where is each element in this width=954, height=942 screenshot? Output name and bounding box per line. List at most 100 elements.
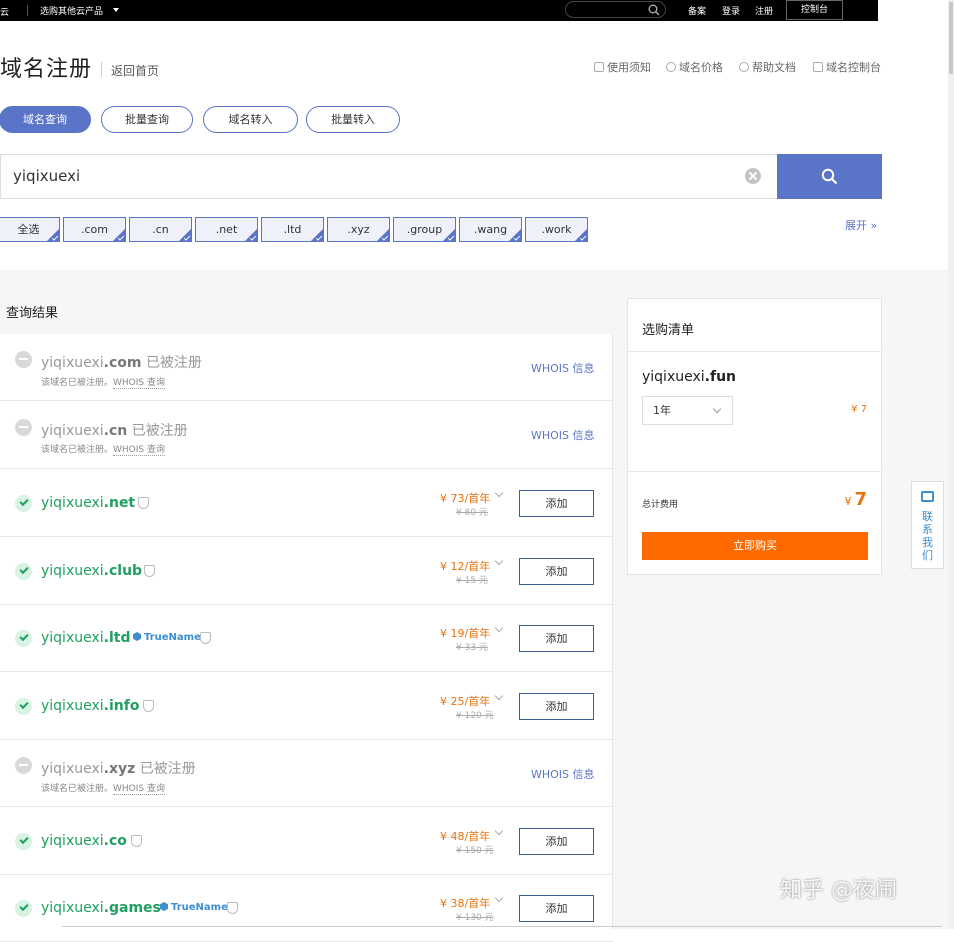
other-products-menu[interactable]: 选购其他云产品	[40, 4, 103, 17]
tld-chip-group[interactable]: .group	[393, 217, 456, 242]
truename-badge: TrueName	[160, 902, 228, 913]
whois-info-link[interactable]: WHOIS 信息	[531, 427, 595, 443]
tab-domain-transfer[interactable]: 域名转入	[203, 106, 298, 133]
period-value: 1年	[653, 404, 671, 417]
nav-link-login[interactable]: 登录	[722, 4, 740, 17]
add-button[interactable]: 添加	[519, 895, 594, 922]
help-icon	[739, 62, 749, 72]
taken-icon	[15, 757, 32, 774]
tld-chip-wang[interactable]: .wang	[459, 217, 522, 242]
expand-label: 展开	[845, 219, 867, 232]
chevron-down-icon[interactable]	[494, 826, 504, 836]
result-row-cn: yiqixuexi.cn 已被注册 该域名已被注册。WHOIS 查询 WHOIS…	[0, 402, 613, 469]
help-docs-link[interactable]: 帮助文档	[739, 59, 796, 75]
period-select[interactable]: 1年	[642, 396, 733, 425]
available-check-icon	[15, 495, 32, 512]
whois-query-link[interactable]: WHOIS 查询	[113, 784, 165, 795]
chip-label: .cn	[152, 223, 169, 236]
link-label: 使用须知	[607, 61, 651, 74]
result-row-com: yiqixuexi.com 已被注册 该域名已被注册。WHOIS 查询 WHOI…	[0, 334, 613, 401]
contact-us-button[interactable]: 联系我们	[911, 481, 944, 569]
domain-name: yiqixuexi	[41, 630, 104, 646]
chip-label: .ltd	[283, 223, 302, 236]
tld-chip-net[interactable]: .net	[195, 217, 258, 242]
result-domain: yiqixuexi.com 已被注册	[41, 352, 202, 372]
add-button[interactable]: 添加	[519, 625, 594, 652]
tab-domain-query[interactable]: 域名查询	[0, 106, 91, 133]
shield-icon	[143, 700, 154, 712]
shield-icon	[144, 565, 155, 577]
add-button[interactable]: 添加	[519, 558, 594, 585]
tld-chip-work[interactable]: .work	[525, 217, 588, 242]
tld-chip-ltd[interactable]: .ltd	[261, 217, 324, 242]
chat-icon	[921, 491, 934, 502]
clear-icon[interactable]	[745, 168, 761, 184]
cart-title: 选购清单	[642, 323, 695, 338]
chevron-down-icon[interactable]	[113, 8, 119, 12]
console-button[interactable]: 控制台	[786, 0, 843, 20]
search-icon[interactable]	[648, 4, 660, 16]
add-button[interactable]: 添加	[519, 828, 594, 855]
tld-chip-com[interactable]: .com	[63, 217, 126, 242]
results-list: yiqixuexi.com 已被注册 该域名已被注册。WHOIS 查询 WHOI…	[0, 334, 613, 942]
usage-notice-link[interactable]: 使用须知	[594, 59, 651, 75]
chip-label: .wang	[473, 223, 508, 236]
taken-label: 已被注册	[139, 761, 196, 777]
chevron-down-icon[interactable]	[494, 488, 504, 498]
price-tag-icon	[666, 62, 676, 72]
nav-link-register[interactable]: 注册	[755, 4, 773, 17]
chevron-down-icon[interactable]	[494, 556, 504, 566]
truename-label: TrueName	[144, 632, 201, 643]
cart-domain: yiqixuexi.fun	[642, 369, 736, 385]
truename-icon	[133, 632, 141, 641]
search-button[interactable]	[777, 154, 882, 199]
truename-badge: TrueName	[133, 632, 201, 643]
brand-text: 云	[0, 8, 10, 18]
whois-query-link[interactable]: WHOIS 查询	[113, 445, 165, 456]
tab-batch-transfer[interactable]: 批量转入	[306, 106, 400, 133]
whois-info-link[interactable]: WHOIS 信息	[531, 766, 595, 782]
chevron-down-icon[interactable]	[494, 893, 504, 903]
tld-chip-cn[interactable]: .cn	[129, 217, 192, 242]
add-button[interactable]: 添加	[519, 693, 594, 720]
tld-chip-xyz[interactable]: .xyz	[327, 217, 390, 242]
shield-icon	[131, 835, 142, 847]
available-check-icon	[15, 900, 32, 917]
add-button[interactable]: 添加	[519, 490, 594, 517]
total-label: 总计费用	[642, 500, 679, 510]
domain-tld: .cn	[103, 423, 128, 439]
chip-label: .com	[81, 223, 108, 236]
domain-name: yiqixuexi	[41, 698, 104, 714]
whois-query-link[interactable]: WHOIS 查询	[113, 378, 165, 389]
result-domain: yiqixuexi.cn 已被注册	[41, 420, 188, 440]
watermark: 知乎 @夜闹	[780, 878, 897, 903]
domain-price-link[interactable]: 域名价格	[666, 59, 723, 75]
top-search-input[interactable]	[565, 1, 666, 18]
chip-label: .xyz	[347, 223, 370, 236]
domain-tld: .games	[103, 900, 161, 916]
scrollbar[interactable]	[948, 0, 954, 929]
price: ¥ 12/首年	[440, 560, 491, 573]
whois-info-link[interactable]: WHOIS 信息	[531, 360, 595, 376]
check-icon	[183, 234, 191, 241]
expand-tlds-button[interactable]: 展开 »	[845, 217, 877, 233]
nav-link-beian[interactable]: 备案	[688, 4, 706, 17]
domain-search-input[interactable]: yiqixuexi	[0, 154, 777, 199]
tld-chip-select-all[interactable]: 全选	[0, 217, 60, 242]
original-price: ¥ 150 元	[456, 846, 494, 856]
chevron-down-icon[interactable]	[494, 691, 504, 701]
scrollbar-thumb[interactable]	[949, 2, 953, 74]
check-icon	[447, 234, 455, 241]
tab-batch-query[interactable]: 批量查询	[101, 106, 193, 133]
taken-icon	[15, 419, 32, 436]
domain-console-link[interactable]: 域名控制台	[813, 59, 881, 75]
buy-now-button[interactable]: 立即购买	[642, 532, 868, 560]
domain-tld: .info	[103, 698, 140, 714]
note-text: 该域名已被注册。	[41, 378, 114, 388]
original-price: ¥ 130 元	[456, 913, 494, 923]
taken-note: 该域名已被注册。WHOIS 查询	[41, 781, 165, 795]
chevron-down-icon[interactable]	[494, 623, 504, 633]
domain-name: yiqixuexi	[41, 563, 104, 579]
back-home-link[interactable]: 返回首页	[111, 62, 159, 79]
original-price: ¥ 80 元	[456, 508, 488, 518]
